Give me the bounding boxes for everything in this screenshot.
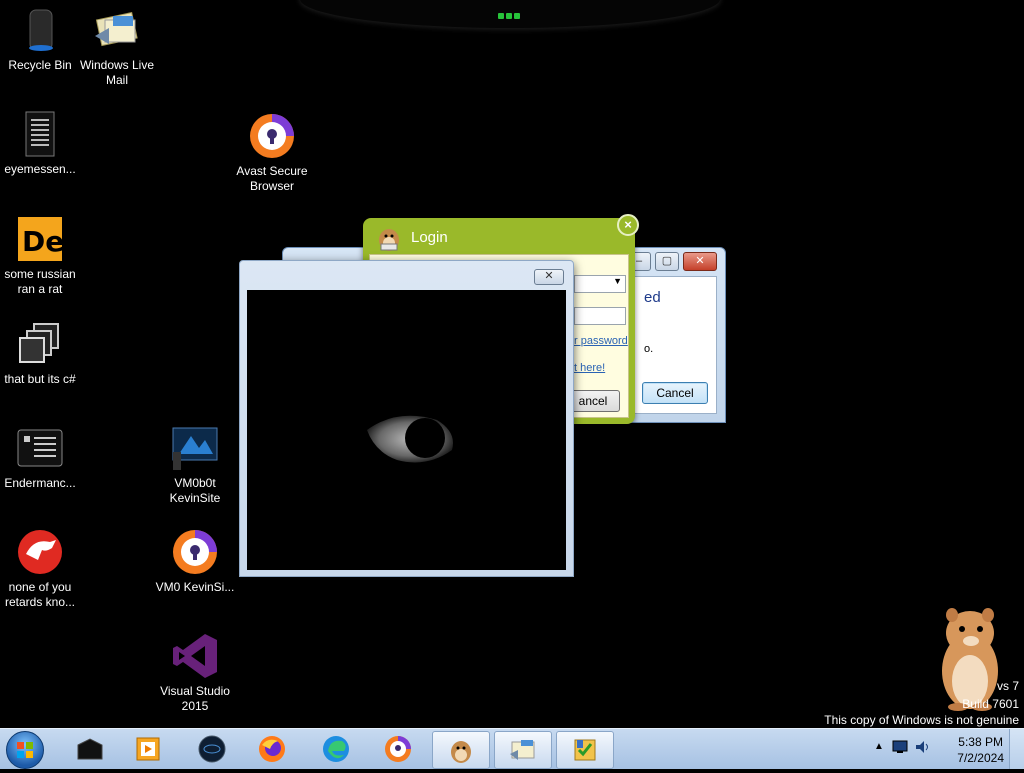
monitor-app-icon [171, 424, 219, 472]
icon-label: VM0 KevinSi... [155, 580, 235, 594]
icon-label: eyemessen... [4, 162, 76, 176]
icon-label: Windows Live Mail [79, 58, 155, 87]
firefox-icon [258, 735, 286, 763]
register-link[interactable]: t here! [574, 362, 605, 374]
icon-label: Recycle Bin [8, 58, 72, 72]
desktop-icon-some-russian[interactable]: De some russian ran a rat [0, 215, 80, 297]
taskbar: ▲ 5:38 PM 7/2/2024 [0, 728, 1024, 769]
dialog-partial-heading: ed [644, 289, 661, 306]
avast-browser-icon [248, 112, 296, 160]
icon-label: Visual Studio 2015 [160, 684, 230, 713]
windows-logo-icon [17, 742, 33, 758]
camera-view [247, 290, 566, 570]
desktop-icon-endermanc[interactable]: Endermanc... [0, 424, 80, 491]
de-app-icon: De [16, 215, 64, 263]
media-player-icon [134, 735, 162, 763]
text-document-icon [16, 110, 64, 158]
desktop[interactable]: Recycle Bin Windows Live Mail eyemessen.… [0, 0, 1024, 728]
red-dragon-icon [16, 528, 64, 576]
icon-label: none of you retards kno... [4, 580, 76, 609]
close-icon[interactable]: × [617, 214, 639, 236]
desktop-icon-visual-studio-2015[interactable]: Visual Studio 2015 [155, 632, 235, 714]
svg-text:De: De [22, 225, 64, 258]
dialog-partial-text: o. [644, 343, 654, 355]
black-box-app-icon [76, 735, 104, 763]
icon-label: that but its c# [4, 372, 76, 386]
icon-label: Endermanc... [4, 476, 76, 490]
login-cancel-button[interactable]: ancel [566, 390, 620, 412]
volume-icon[interactable] [914, 739, 930, 755]
taskbar-item-media-player[interactable] [120, 731, 176, 767]
system-tray: ▲ 5:38 PM 7/2/2024 [864, 729, 1024, 769]
forgot-password-link[interactable]: r password [574, 335, 628, 347]
show-desktop-button[interactable] [1009, 729, 1024, 769]
taskbar-item-windows-live-mail[interactable] [494, 731, 552, 769]
desktop-icon-vm0-kevinsi[interactable]: VM0 KevinSi... [155, 528, 235, 595]
username-dropdown[interactable]: ▼ [574, 275, 626, 293]
taskbar-item-firefox[interactable] [244, 731, 300, 767]
taskbar-item-dark-globe-app[interactable] [184, 731, 240, 767]
windows-live-mail-icon [93, 6, 141, 54]
desktop-icon-that-but-its-csharp[interactable]: that but its c# [0, 320, 80, 387]
genuine-warning-text: This copy of Windows is not genuine [824, 713, 1019, 727]
desktop-icon-vm0b0t-kevinsite[interactable]: VM0b0t KevinSite [155, 424, 235, 506]
icon-label: Avast Secure Browser [236, 164, 308, 193]
stacked-windows-icon [16, 320, 64, 368]
camera-window[interactable]: ✕ [239, 260, 574, 577]
taskbar-item-hamster-app[interactable] [432, 731, 490, 769]
watermark-line-2: Build 7601 [962, 697, 1019, 711]
taskbar-item-setup-wizard[interactable] [556, 731, 614, 769]
show-hidden-icons-icon[interactable]: ▲ [874, 741, 884, 752]
taskbar-item-edge[interactable] [308, 731, 364, 767]
start-button[interactable] [6, 731, 44, 769]
network-icon[interactable] [892, 740, 910, 754]
password-field[interactable] [574, 307, 626, 325]
hamster-pet[interactable] [930, 603, 1010, 711]
desktop-icon-eyemessen[interactable]: eyemessen... [0, 110, 80, 177]
hamster-app-icon [375, 224, 403, 252]
taskbar-item-black-box-app[interactable] [62, 731, 118, 767]
setup-wizard-icon [571, 736, 599, 764]
avast-browser-icon [171, 528, 219, 576]
login-title: Login [411, 229, 448, 246]
icon-label: some russian ran a rat [4, 267, 76, 296]
avast-browser-icon [384, 735, 412, 763]
desktop-icon-windows-live-mail[interactable]: Windows Live Mail [77, 6, 157, 88]
dark-globe-app-icon [198, 735, 226, 763]
clock-date: 7/2/2024 [957, 751, 1004, 765]
close-button[interactable]: ✕ [534, 269, 564, 285]
recycle-bin-icon [16, 6, 64, 54]
watermark-line-1: vs 7 [996, 679, 1019, 693]
green-led-icon [498, 6, 524, 19]
top-decoration [300, 0, 720, 28]
clock[interactable]: 5:38 PM 7/2/2024 [957, 734, 1004, 766]
desktop-icon-none-of-you[interactable]: none of you retards kno... [0, 528, 80, 610]
eye-image [367, 415, 453, 463]
taskbar-item-avast[interactable] [370, 731, 426, 767]
cancel-button[interactable]: Cancel [642, 382, 708, 404]
desktop-icon-avast-secure-browser[interactable]: Avast Secure Browser [232, 112, 312, 194]
close-button[interactable]: ✕ [683, 252, 717, 271]
hamster-app-icon [447, 736, 475, 764]
clock-time: 5:38 PM [958, 735, 1003, 749]
maximize-button[interactable]: ▢ [655, 252, 679, 271]
desktop-icon-recycle-bin[interactable]: Recycle Bin [0, 6, 80, 73]
edge-icon [322, 735, 350, 763]
icon-label: VM0b0t KevinSite [169, 476, 221, 505]
windows-live-mail-icon [509, 736, 537, 764]
visual-studio-icon [171, 632, 219, 680]
console-app-icon [16, 424, 64, 472]
chevron-down-icon: ▼ [613, 276, 622, 286]
